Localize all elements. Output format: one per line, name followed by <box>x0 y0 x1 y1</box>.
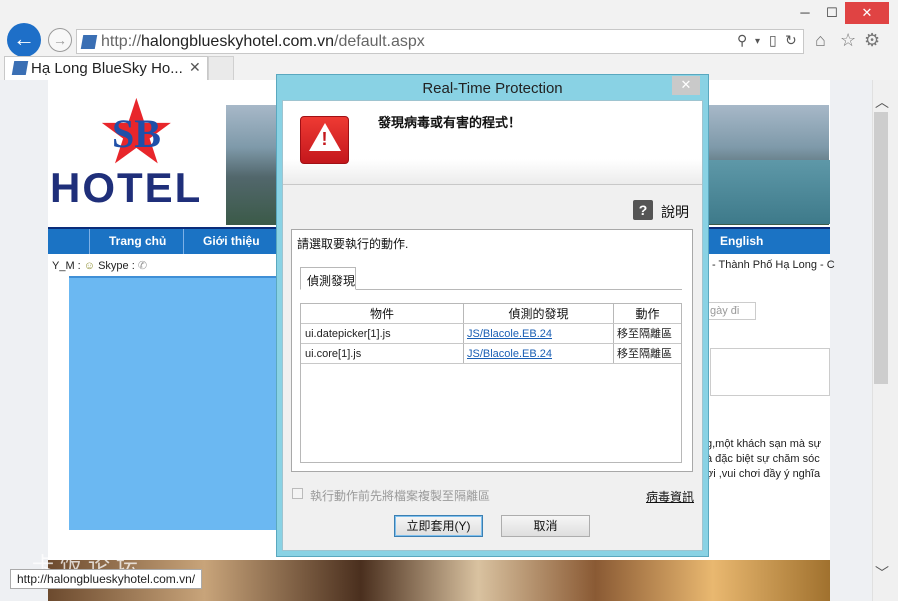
url-host: halongblueskyhotel.com.vn <box>141 33 335 50</box>
tab-strip-line <box>300 289 682 290</box>
instruction-text: 請選取要執行的動作. <box>297 237 409 251</box>
yahoo-smiley-icon[interactable]: ☺ <box>84 260 95 272</box>
compat-view-icon[interactable]: ▯ <box>769 32 777 49</box>
booking-box <box>710 348 830 396</box>
location-text: - Thành Phố Hạ Long - C <box>712 259 835 271</box>
tab-title: Hạ Long BlueSky Ho... <box>31 60 183 77</box>
virus-info-link[interactable]: 病毒資訊 <box>646 488 694 505</box>
logo-text: HOTEL <box>50 164 203 211</box>
header-row-divider <box>301 323 681 324</box>
url-prefix: http:// <box>101 33 142 50</box>
address-url[interactable]: http://halongblueskyhotel.com.vn/default… <box>101 33 425 51</box>
site-favicon-icon <box>80 35 98 49</box>
forward-arrow-icon: → <box>53 32 67 48</box>
home-icon[interactable]: ⌂ <box>815 30 826 51</box>
help-icon[interactable]: ? <box>633 200 653 220</box>
scroll-down-icon[interactable]: ﹀ <box>872 563 892 583</box>
tab-close-icon[interactable]: ✕ <box>189 59 201 76</box>
hotel-logo[interactable]: ★ SB HOTEL <box>50 88 226 224</box>
menu-item-home[interactable]: Trang chủ <box>109 234 166 248</box>
refresh-icon[interactable]: ↻ <box>785 32 797 49</box>
tab-detections[interactable]: 偵測發現 <box>300 267 356 290</box>
column-divider <box>613 304 614 363</box>
dropdown-icon[interactable]: ▾ <box>755 36 760 47</box>
row-object[interactable]: ui.datepicker[1].js <box>305 326 391 342</box>
logo-mark: SB <box>112 111 161 156</box>
new-tab-button[interactable] <box>208 56 234 80</box>
tab-favicon-icon <box>11 61 29 75</box>
skype-icon[interactable]: ✆ <box>138 260 147 272</box>
forward-button[interactable]: → <box>48 28 72 52</box>
column-header-object[interactable]: 物件 <box>301 305 463 323</box>
row-finding-link[interactable]: JS/Blacole.EB.24 <box>467 326 552 342</box>
description-line: ợi ,vui chơi đầy ý nghĩa <box>706 468 821 480</box>
back-button[interactable]: ← <box>7 23 41 57</box>
back-arrow-icon: ← <box>13 26 35 51</box>
departure-date-input[interactable]: gày đi <box>706 302 756 320</box>
row-action[interactable]: 移至隔離區 <box>617 346 672 362</box>
row-finding-link[interactable]: JS/Blacole.EB.24 <box>467 346 552 362</box>
scroll-up-icon[interactable]: ︿ <box>872 92 892 112</box>
yahoo-label: Y_M : <box>52 260 81 272</box>
search-icon[interactable]: ⚲ <box>737 32 747 49</box>
scrollbar-thumb[interactable] <box>874 112 888 384</box>
quarantine-copy-checkbox[interactable] <box>292 488 303 499</box>
warning-icon: ! <box>300 116 349 164</box>
apply-now-button[interactable]: 立即套用(Y) <box>394 515 483 537</box>
description-line: g,một khách sạn mà sự <box>706 438 821 450</box>
status-url-tooltip: http://halongblueskyhotel.com.vn/ <box>10 569 203 589</box>
settings-gear-icon[interactable]: ⚙ <box>864 30 880 51</box>
browser-tab[interactable]: Hạ Long BlueSky Ho... ✕ <box>4 56 208 80</box>
dialog-close-button[interactable]: ✕ <box>672 76 700 95</box>
chat-links: Y_M : ☺ Skype : ✆ <box>52 259 147 272</box>
left-side-panel <box>69 276 279 530</box>
column-header-action[interactable]: 動作 <box>614 305 681 323</box>
dialog-title: Real-Time Protection <box>422 80 563 97</box>
menu-item-english[interactable]: English <box>720 234 763 248</box>
row-divider <box>301 363 681 364</box>
menu-separator <box>89 229 90 254</box>
close-window-button[interactable]: ✕ <box>845 2 889 24</box>
column-header-finding[interactable]: 偵測的發現 <box>464 305 613 323</box>
menu-separator <box>183 229 184 254</box>
menu-item-about[interactable]: Giới thiệu <box>203 234 260 248</box>
row-action[interactable]: 移至隔離區 <box>617 326 672 342</box>
description-line: à đặc biệt sự chăm sóc <box>706 453 820 465</box>
address-bar[interactable]: http://halongblueskyhotel.com.vn/default… <box>76 29 804 54</box>
row-divider <box>301 343 681 344</box>
banner-bay-image <box>700 160 830 224</box>
dialog-heading: 發現病毒或有害的程式！ <box>378 115 522 130</box>
quarantine-copy-label: 執行動作前先將檔案複製至隔離區 <box>310 489 491 503</box>
skype-label: Skype : <box>98 260 135 272</box>
column-divider <box>463 304 464 363</box>
help-link[interactable]: 說明 <box>661 202 689 222</box>
favorites-star-icon[interactable]: ☆ <box>840 30 856 51</box>
url-path: /default.aspx <box>334 33 425 50</box>
row-object[interactable]: ui.core[1].js <box>305 346 361 362</box>
cancel-button[interactable]: 取消 <box>501 515 590 537</box>
